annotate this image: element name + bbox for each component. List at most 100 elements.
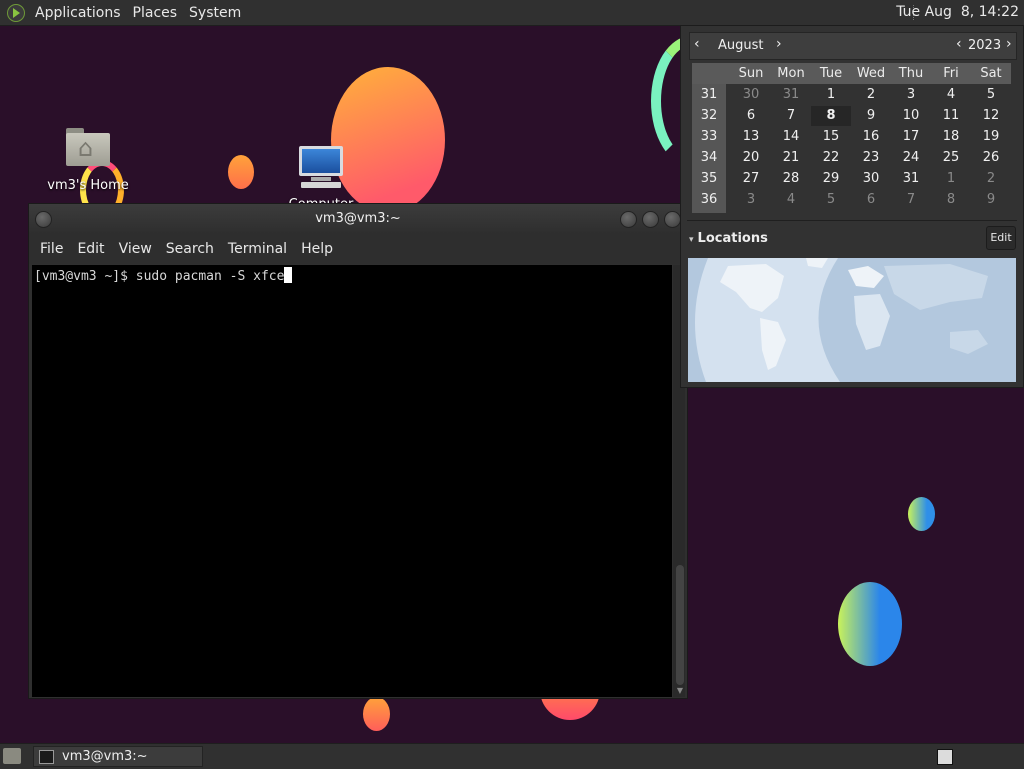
menu-places[interactable]: Places — [127, 5, 184, 21]
menu-view[interactable]: View — [112, 241, 159, 257]
calendar-day[interactable]: 6 — [851, 192, 891, 207]
calendar-day[interactable]: 6 — [731, 108, 771, 123]
calendar-day[interactable]: 1 — [931, 171, 971, 186]
weekday-label: Sat — [980, 66, 1002, 81]
week-number: 33 — [700, 129, 718, 144]
close-button[interactable] — [664, 211, 681, 228]
top-panel: Applications Places System Tue Aug 8, 14… — [0, 0, 1024, 26]
calendar-grid: Sun Mon Tue Wed Thu Fri Sat 31 30 31 1 2 3 4 5 32 6 7 8 9 10… — [692, 63, 1011, 213]
menu-terminal[interactable]: Terminal — [221, 241, 294, 257]
calendar-day[interactable]: 1 — [811, 87, 851, 102]
calendar-day[interactable]: 4 — [771, 192, 811, 207]
background-shape — [363, 697, 390, 731]
menu-applications[interactable]: Applications — [29, 5, 127, 21]
calendar-day[interactable]: 9 — [851, 108, 891, 123]
calendar-day[interactable]: 2 — [971, 171, 1011, 186]
divider — [687, 220, 1017, 221]
desktop-icon-label: vm3's Home — [47, 178, 129, 193]
calendar-day[interactable]: 31 — [771, 87, 811, 102]
calendar-day[interactable]: 15 — [811, 129, 851, 144]
calendar-day[interactable]: 18 — [931, 129, 971, 144]
menu-help[interactable]: Help — [294, 241, 340, 257]
text-cursor — [284, 267, 293, 283]
terminal-icon — [39, 750, 54, 764]
calendar-day[interactable]: 7 — [891, 192, 931, 207]
calendar-day[interactable]: 31 — [891, 171, 931, 186]
next-year-icon[interactable]: › — [1006, 36, 1012, 52]
calendar-day[interactable]: 30 — [731, 87, 771, 102]
weekday-label: Mon — [777, 66, 805, 81]
calendar-day[interactable]: 9 — [971, 192, 1011, 207]
calendar-day[interactable]: 5 — [811, 192, 851, 207]
taskbar-window-label: vm3@vm3:~ — [62, 749, 148, 764]
calendar-day[interactable]: 26 — [971, 150, 1011, 165]
edit-locations-button[interactable]: Edit — [986, 226, 1016, 250]
locations-header[interactable]: ▾ Locations — [689, 231, 768, 246]
workspace-switcher[interactable] — [937, 749, 953, 765]
calendar-day[interactable]: 2 — [851, 87, 891, 102]
scrollbar-thumb[interactable] — [676, 565, 684, 685]
week-number: 31 — [700, 87, 718, 102]
prev-month-icon[interactable]: ‹ — [694, 36, 700, 52]
calendar-day[interactable]: 10 — [891, 108, 931, 123]
calendar-day[interactable]: 20 — [731, 150, 771, 165]
bottom-panel: vm3@vm3:~ — [0, 743, 1024, 769]
calendar-day[interactable]: 3 — [731, 192, 771, 207]
background-shape — [228, 155, 254, 189]
calendar-day[interactable]: 29 — [811, 171, 851, 186]
maximize-button[interactable] — [642, 211, 659, 228]
calendar-day[interactable]: 12 — [971, 108, 1011, 123]
calendar-day[interactable]: 11 — [931, 108, 971, 123]
calendar-day[interactable]: 30 — [851, 171, 891, 186]
clock[interactable]: Tue Aug 8, 14:22 — [896, 4, 1019, 20]
terminal-window[interactable]: vm3@vm3:~ File Edit View Search Terminal… — [28, 203, 688, 699]
menu-edit[interactable]: Edit — [70, 241, 111, 257]
taskbar-window-button[interactable]: vm3@vm3:~ — [33, 746, 203, 767]
weekday-label: Fri — [943, 66, 959, 81]
calendar-day[interactable]: 17 — [891, 129, 931, 144]
week-number: 32 — [700, 108, 718, 123]
terminal-command-line: [vm3@vm3 ~]$ sudo pacman -S xfce — [34, 269, 285, 284]
terminal-output[interactable]: [vm3@vm3 ~]$ sudo pacman -S xfce — [32, 265, 672, 697]
calendar-day[interactable]: 4 — [931, 87, 971, 102]
calendar-day[interactable]: 13 — [731, 129, 771, 144]
week-number: 34 — [700, 150, 718, 165]
calendar-day[interactable]: 22 — [811, 150, 851, 165]
calendar-day[interactable]: 23 — [851, 150, 891, 165]
calendar-day[interactable]: 7 — [771, 108, 811, 123]
next-month-icon[interactable]: › — [776, 36, 782, 52]
weekday-label: Wed — [856, 66, 886, 81]
window-titlebar[interactable]: vm3@vm3:~ — [29, 204, 687, 234]
calendar-day[interactable]: 3 — [891, 87, 931, 102]
calendar-day[interactable]: 28 — [771, 171, 811, 186]
calendar-popup: ‹ August › ‹ 2023 › Sun Mon Tue Wed Thu Fri Sa… — [680, 25, 1024, 388]
calendar-day[interactable]: 27 — [731, 171, 771, 186]
calendar-day[interactable]: 24 — [891, 150, 931, 165]
menu-system[interactable]: System — [183, 5, 247, 21]
scroll-down-icon[interactable]: ▼ — [677, 686, 683, 695]
calendar-day[interactable]: 14 — [771, 129, 811, 144]
week-number: 35 — [700, 171, 718, 186]
background-shape — [838, 582, 902, 666]
weekday-label: Thu — [898, 66, 924, 81]
calendar-day[interactable]: 5 — [971, 87, 1011, 102]
terminal-menubar: File Edit View Search Terminal Help — [29, 234, 687, 264]
calendar-year: 2023 — [968, 38, 1002, 53]
computer-icon — [297, 146, 345, 188]
desktop-icon-home[interactable]: vm3's Home — [40, 128, 136, 193]
calendar-day[interactable]: 8 — [811, 108, 851, 123]
calendar-day[interactable]: 19 — [971, 129, 1011, 144]
menu-logo-icon[interactable] — [7, 3, 25, 22]
locations-label: Locations — [697, 231, 768, 246]
calendar-day[interactable]: 21 — [771, 150, 811, 165]
calendar-month: August — [718, 38, 764, 53]
weekday-label: Sun — [738, 66, 764, 81]
show-desktop-icon[interactable] — [3, 748, 21, 764]
menu-file[interactable]: File — [33, 241, 70, 257]
prev-year-icon[interactable]: ‹ — [956, 36, 962, 52]
calendar-day[interactable]: 16 — [851, 129, 891, 144]
minimize-button[interactable] — [620, 211, 637, 228]
calendar-day[interactable]: 8 — [931, 192, 971, 207]
calendar-day[interactable]: 25 — [931, 150, 971, 165]
menu-search[interactable]: Search — [159, 241, 221, 257]
